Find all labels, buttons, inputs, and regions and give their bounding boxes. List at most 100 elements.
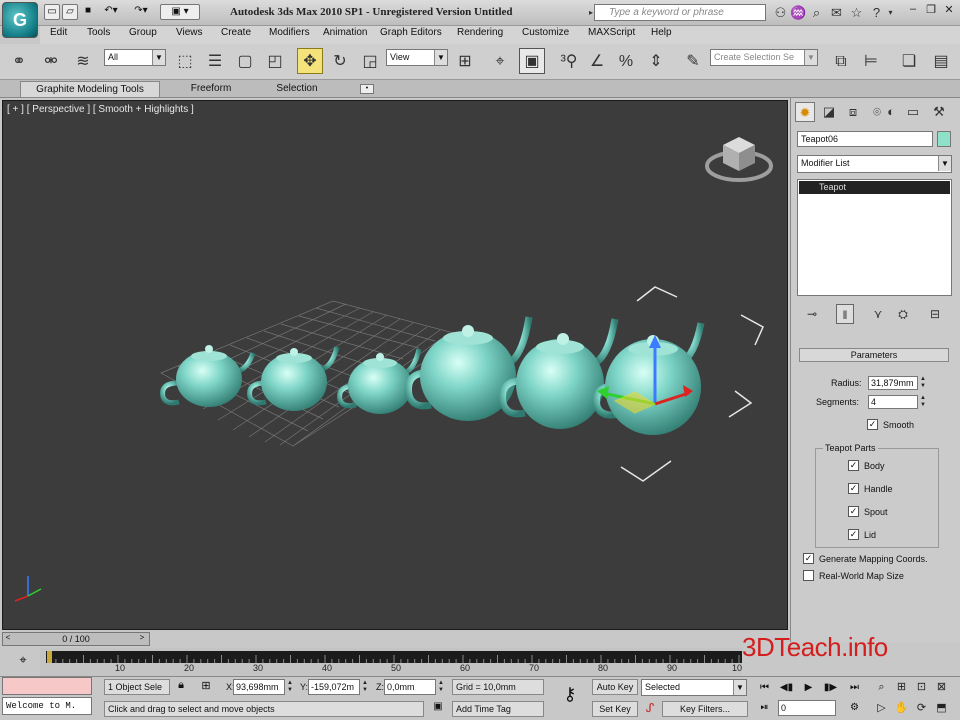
previous-frame-icon[interactable]: ◀▮ bbox=[778, 680, 795, 695]
radius-spinner-arrows-icon[interactable]: ▲ ▼ bbox=[919, 376, 927, 390]
current-frame-marker[interactable] bbox=[47, 651, 52, 663]
stack-item-teapot[interactable]: Teapot bbox=[799, 181, 950, 194]
segments-spinner[interactable]: 4 bbox=[868, 395, 918, 409]
menu-customize[interactable]: Customize bbox=[522, 27, 569, 38]
zoom-extents-icon[interactable]: ⊡ bbox=[913, 679, 930, 695]
zoom-all-icon[interactable]: ⊞ bbox=[893, 679, 910, 695]
menu-help[interactable]: Help bbox=[651, 27, 672, 38]
maxscript-listener-output[interactable] bbox=[2, 677, 92, 695]
next-frame-icon[interactable]: ▮▶ bbox=[822, 680, 839, 695]
body-checkbox[interactable]: ✓ bbox=[848, 460, 859, 471]
real-world-map-checkbox[interactable] bbox=[803, 570, 814, 581]
app-logo-button[interactable]: G bbox=[2, 2, 38, 38]
y-spinner-arrows-icon[interactable]: ▲ ▼ bbox=[361, 680, 369, 694]
menu-create[interactable]: Create bbox=[221, 27, 251, 38]
maximize-viewport-icon[interactable]: ⬒ bbox=[933, 700, 950, 716]
handle-checkbox[interactable]: ✓ bbox=[848, 483, 859, 494]
play-icon[interactable]: ▶ bbox=[800, 680, 817, 695]
absolute-mode-icon[interactable]: ⊞ bbox=[198, 679, 214, 695]
key-filters-button[interactable]: Key Filters... bbox=[662, 701, 748, 717]
x-coordinate-input[interactable]: 93,698mm bbox=[233, 679, 285, 695]
parameters-rollout-header[interactable]: Parameters bbox=[799, 348, 949, 362]
undo-icon[interactable]: ↶▾ bbox=[98, 4, 124, 20]
z-coordinate-input[interactable]: 0,0mm bbox=[384, 679, 436, 695]
project-folder-icon[interactable]: ▣ ▾ bbox=[160, 4, 200, 20]
select-and-rotate-icon[interactable]: ↻ bbox=[327, 48, 353, 74]
selection-filter-dropdown[interactable]: All ▼ bbox=[104, 49, 166, 66]
search-input[interactable]: Type a keyword or phrase bbox=[594, 4, 766, 21]
spout-checkbox[interactable]: ✓ bbox=[848, 506, 859, 517]
manipulate-icon[interactable]: ⌖ bbox=[487, 48, 513, 74]
rectangular-selection-icon[interactable]: ▢ bbox=[232, 48, 258, 74]
tab-freeform[interactable]: Freeform bbox=[168, 81, 254, 97]
angle-snap-icon[interactable]: ∠ bbox=[584, 48, 610, 74]
display-tab-icon[interactable]: ◐ bbox=[881, 102, 901, 122]
object-color-swatch[interactable] bbox=[937, 131, 951, 147]
teapot-4[interactable] bbox=[404, 316, 533, 421]
x-spinner-arrows-icon[interactable]: ▲ ▼ bbox=[286, 680, 294, 694]
time-slider[interactable]: 0 / 100 bbox=[2, 632, 150, 646]
menu-modifiers[interactable]: Modifiers bbox=[269, 27, 310, 38]
time-slider-prev-icon[interactable]: < bbox=[2, 633, 14, 645]
align-icon[interactable]: ⊨ bbox=[858, 48, 884, 74]
perspective-viewport[interactable] bbox=[2, 100, 788, 630]
named-selection-dropdown[interactable]: Create Selection Se ▼ bbox=[710, 49, 818, 66]
viewport-label[interactable]: [ + ] [ Perspective ] [ Smooth + Highlig… bbox=[7, 104, 194, 115]
open-icon[interactable]: ▱ bbox=[62, 4, 78, 20]
key-mode-dropdown[interactable]: Selected ▼ bbox=[641, 679, 747, 696]
key-tangent-icon[interactable]: ᔑ bbox=[642, 701, 658, 717]
smooth-checkbox[interactable]: ✓ bbox=[867, 419, 878, 430]
radius-spinner[interactable]: 31,879mm bbox=[868, 376, 918, 390]
segments-spinner-arrows-icon[interactable]: ▲ ▼ bbox=[919, 395, 927, 409]
unlink-icon[interactable]: ⚮ bbox=[38, 48, 64, 74]
bind-space-warp-icon[interactable]: ≋ bbox=[70, 48, 96, 74]
redo-icon[interactable]: ↷▾ bbox=[128, 4, 154, 20]
communication-icon[interactable]: ✉ bbox=[828, 4, 845, 21]
snaps-toggle-icon[interactable]: ³⚲ bbox=[556, 48, 582, 74]
track-bar-timeline[interactable] bbox=[46, 651, 742, 663]
binoculars-icon[interactable]: ⚇ bbox=[772, 4, 789, 21]
menu-group[interactable]: Group bbox=[129, 27, 157, 38]
reference-coord-dropdown[interactable]: View ▼ bbox=[386, 49, 448, 66]
percent-snap-icon[interactable]: % bbox=[613, 48, 639, 74]
view-cube[interactable] bbox=[705, 137, 773, 182]
menu-graph-editors[interactable]: Graph Editors bbox=[380, 27, 442, 38]
infocenter-icon[interactable]: ♒ bbox=[790, 4, 807, 21]
remove-modifier-icon[interactable]: ⛭ bbox=[894, 304, 912, 324]
ribbon-toggle-icon[interactable]: • bbox=[360, 84, 374, 94]
menu-animation[interactable]: Animation bbox=[323, 27, 367, 38]
time-tag-icon[interactable]: ▣ bbox=[430, 701, 446, 717]
teapot-2[interactable] bbox=[247, 346, 340, 411]
go-to-start-icon[interactable]: ⏮ bbox=[756, 680, 773, 695]
maxscript-listener-input[interactable]: Welcome to M. bbox=[2, 697, 92, 715]
menu-tools[interactable]: Tools bbox=[87, 27, 110, 38]
modifier-list-dropdown[interactable]: Modifier List ▼ bbox=[797, 155, 952, 173]
orbit-icon[interactable]: ⟳ bbox=[913, 700, 930, 716]
select-link-icon[interactable]: ⚭ bbox=[6, 48, 32, 74]
auto-key-button[interactable]: Auto Key bbox=[592, 679, 638, 695]
current-frame-input[interactable]: 0 bbox=[778, 700, 836, 716]
modifier-stack[interactable] bbox=[797, 179, 952, 296]
menu-edit[interactable]: Edit bbox=[50, 27, 67, 38]
menu-views[interactable]: Views bbox=[176, 27, 203, 38]
tab-graphite-modeling-tools[interactable]: Graphite Modeling Tools bbox=[20, 81, 160, 97]
pan-icon[interactable]: ✋ bbox=[893, 700, 910, 716]
show-end-result-icon[interactable]: ‖ bbox=[836, 304, 854, 324]
save-icon[interactable]: ■ bbox=[80, 4, 96, 20]
select-and-move-icon[interactable]: ✥ bbox=[297, 48, 323, 74]
set-key-icon[interactable]: ⚷ bbox=[556, 684, 584, 708]
zoom-icon[interactable]: ⌕ bbox=[873, 679, 890, 695]
graphite-toggle-icon[interactable]: ▤ bbox=[928, 48, 954, 74]
make-unique-icon[interactable]: ⋎ bbox=[869, 304, 887, 324]
window-crossing-icon[interactable]: ◰ bbox=[262, 48, 288, 74]
restore-icon[interactable]: ❐ bbox=[922, 3, 940, 17]
help-dropdown-icon[interactable]: ▾ bbox=[882, 4, 899, 21]
object-name-input[interactable]: Teapot06 bbox=[797, 131, 933, 147]
search-icon[interactable]: ⌕ bbox=[808, 4, 825, 21]
modify-tab-icon[interactable]: ◪ bbox=[819, 102, 839, 122]
minimize-icon[interactable]: – bbox=[904, 3, 922, 17]
zoom-extents-all-icon[interactable]: ⊠ bbox=[933, 679, 950, 695]
pivot-center-icon[interactable]: ⊞ bbox=[452, 48, 478, 74]
tab-selection[interactable]: Selection bbox=[262, 81, 332, 97]
lock-selection-icon[interactable]: 🔒︎ bbox=[174, 679, 188, 695]
